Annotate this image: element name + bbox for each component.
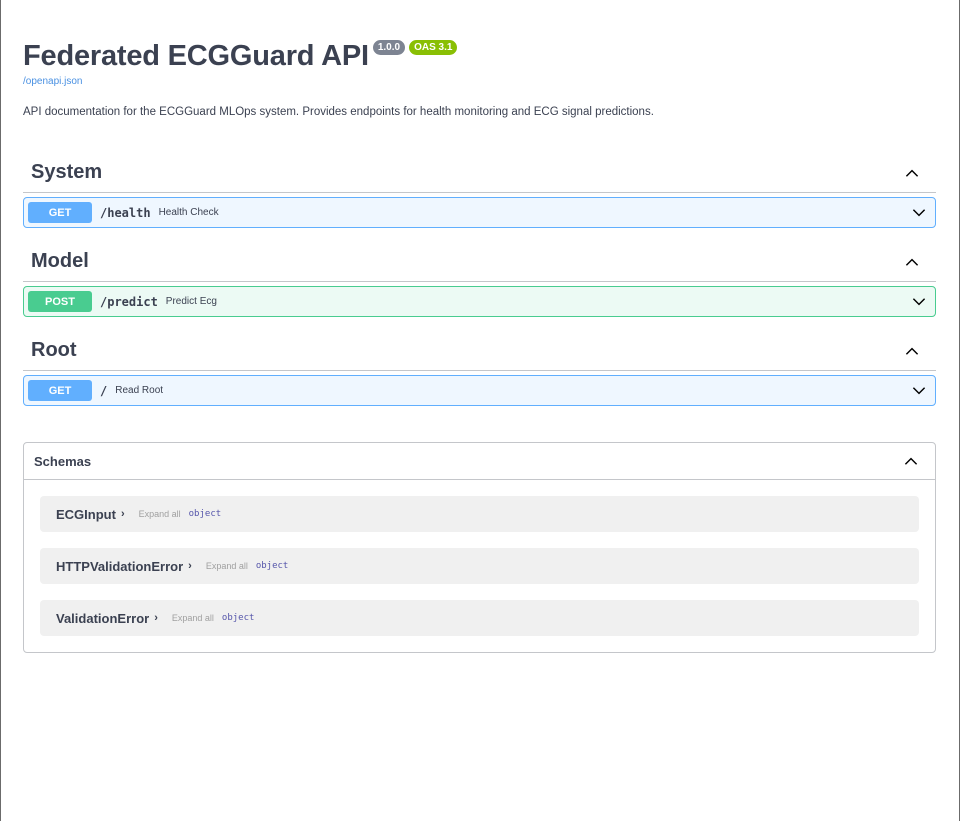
operation-post-predict[interactable]: POST /predict Predict Ecg (23, 286, 936, 317)
operation-path: /predict (100, 294, 158, 309)
schema-model-validationerror[interactable]: ValidationError › Expand all object (40, 600, 919, 636)
chevron-down-icon[interactable] (911, 383, 927, 399)
chevron-down-icon[interactable] (911, 205, 927, 221)
expand-all-button[interactable]: Expand all (206, 561, 248, 571)
oas-badge: OAS 3.1 (409, 40, 458, 55)
version-badge: 1.0.0 (372, 40, 406, 55)
schema-model-ecginput[interactable]: ECGInput › Expand all object (40, 496, 919, 532)
title-row: Federated ECGGuard API 1.0.0 OAS 3.1 (23, 36, 936, 76)
schemas-body: ECGInput › Expand all object HTTPValidat… (24, 480, 935, 652)
operation-summary: Predict Ecg (165, 296, 217, 307)
model-name[interactable]: ECGInput (56, 507, 116, 522)
operation-get-health[interactable]: GET /health Health Check (23, 197, 936, 228)
chevron-right-icon[interactable]: › (188, 560, 192, 572)
model-type: object (221, 613, 255, 623)
chevron-up-icon[interactable] (903, 453, 919, 469)
schema-model-httpvalidationerror[interactable]: HTTPValidationError › Expand all object (40, 548, 919, 584)
model-type: object (255, 561, 289, 571)
chevron-right-icon[interactable]: › (154, 612, 158, 624)
tag-name: Root (31, 339, 77, 361)
chevron-down-icon[interactable] (911, 294, 927, 310)
api-info: Federated ECGGuard API 1.0.0 OAS 3.1 /op… (23, 0, 936, 118)
openapi-json-link[interactable]: /openapi.json (23, 76, 936, 87)
tag-header-system[interactable]: System (23, 153, 936, 193)
operation-path: / (100, 383, 108, 398)
swagger-ui: Federated ECGGuard API 1.0.0 OAS 3.1 /op… (1, 0, 959, 653)
operation-get-root[interactable]: GET / Read Root (23, 375, 936, 406)
tag-section-root: Root GET / Read Root (23, 331, 936, 406)
api-title: Federated ECGGuard API (23, 40, 369, 72)
tag-header-root[interactable]: Root (23, 331, 936, 371)
model-name[interactable]: ValidationError (56, 611, 149, 626)
badges: 1.0.0 OAS 3.1 (372, 40, 458, 55)
expand-all-button[interactable]: Expand all (139, 509, 181, 519)
model-name[interactable]: HTTPValidationError (56, 559, 183, 574)
tag-header-model[interactable]: Model (23, 242, 936, 282)
method-badge: GET (28, 202, 92, 223)
operation-summary: Read Root (115, 385, 164, 396)
schemas-section: Schemas ECGInput › Expand all object HTT… (23, 442, 936, 653)
tag-section-model: Model POST /predict Predict Ecg (23, 242, 936, 317)
tag-name: System (31, 161, 103, 183)
operation-summary: Health Check (158, 207, 219, 218)
chevron-up-icon[interactable] (904, 165, 920, 181)
expand-all-button[interactable]: Expand all (172, 613, 214, 623)
tag-section-system: System GET /health Health Check (23, 153, 936, 228)
chevron-up-icon[interactable] (904, 343, 920, 359)
chevron-right-icon[interactable]: › (121, 508, 125, 520)
tag-name: Model (31, 250, 89, 272)
api-description: API documentation for the ECGGuard MLOps… (23, 106, 654, 118)
operation-path: /health (100, 205, 151, 220)
method-badge: GET (28, 380, 92, 401)
schemas-title: Schemas (34, 453, 92, 469)
schemas-header[interactable]: Schemas (24, 443, 935, 480)
method-badge: POST (28, 291, 92, 312)
model-type: object (188, 509, 222, 519)
chevron-up-icon[interactable] (904, 254, 920, 270)
